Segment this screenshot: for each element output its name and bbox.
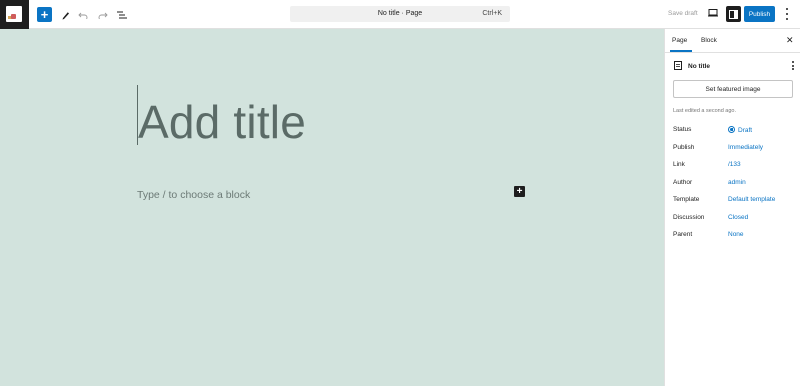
page-icon [674, 61, 682, 70]
draft-status-icon [728, 126, 735, 133]
document-title: No title · Page [377, 10, 423, 17]
plus-icon: + [40, 7, 49, 22]
dot [791, 68, 794, 70]
publish-button[interactable]: Publish [744, 6, 775, 22]
author-button[interactable]: admin [728, 179, 746, 186]
block-inserter-button[interactable]: + [37, 7, 52, 22]
editor-header: + No title · Page Ctrl+K Save draft Publ… [0, 0, 800, 29]
dot [791, 64, 794, 67]
dot [791, 61, 794, 63]
sidebar-panel-icon [729, 9, 738, 19]
undo-icon [78, 12, 88, 19]
meta-label: Link [673, 161, 685, 168]
meta-label: Status [673, 126, 692, 133]
site-logo-image [6, 6, 22, 22]
undo-button[interactable] [76, 7, 90, 22]
close-icon[interactable]: ✕ [786, 35, 794, 46]
set-featured-image-button[interactable]: Set featured image [673, 80, 793, 98]
last-edited-text: Last edited a second ago. [673, 108, 736, 114]
meta-row-discussion: Discussion Closed [673, 214, 795, 226]
site-icon[interactable] [0, 0, 29, 29]
template-button[interactable]: Default template [728, 196, 775, 203]
meta-value: Draft [738, 127, 753, 134]
post-title: No title [688, 63, 711, 70]
tab-page[interactable]: Page [672, 37, 687, 44]
meta-label: Template [673, 196, 700, 203]
redo-button[interactable] [96, 7, 110, 22]
settings-toggle-button[interactable] [726, 6, 741, 22]
editor-canvas[interactable]: Add title Type / to choose a block + [0, 29, 664, 386]
add-block-button[interactable]: + [514, 186, 525, 197]
active-tab-indicator [670, 50, 692, 52]
meta-label: Author [673, 179, 693, 186]
save-draft-button[interactable]: Save draft [668, 10, 698, 17]
meta-row-publish: Publish Immediately [673, 144, 795, 156]
meta-label: Publish [673, 144, 695, 151]
publish-date-button[interactable]: Immediately [728, 144, 763, 151]
meta-row-template: Template Default template [673, 196, 795, 208]
plus-icon: + [516, 185, 523, 197]
command-palette-bar[interactable]: No title · Page Ctrl+K [290, 6, 510, 22]
options-button[interactable] [783, 8, 791, 20]
preview-desktop-icon[interactable] [708, 9, 718, 17]
list-view-icon [117, 11, 127, 18]
redo-icon [98, 12, 108, 19]
status-value-button[interactable]: Draft [728, 126, 752, 134]
meta-label: Parent [673, 231, 693, 238]
sidebar-tabs: Page Block ✕ [665, 29, 800, 53]
default-block-appender[interactable]: Type / to choose a block [137, 189, 250, 201]
command-shortcut: Ctrl+K [482, 10, 502, 17]
dot [786, 8, 788, 10]
dot [786, 18, 788, 20]
post-title-input[interactable]: Add title [138, 95, 306, 149]
meta-row-link: Link /133 [673, 161, 795, 173]
settings-sidebar: Page Block ✕ No title Set featured image… [664, 29, 800, 386]
post-actions-button[interactable] [791, 61, 794, 70]
post-card: No title [674, 61, 794, 71]
meta-row-parent: Parent None [673, 231, 795, 243]
meta-row-status: Status Draft [673, 126, 795, 138]
pencil-icon [62, 11, 69, 19]
meta-row-author: Author admin [673, 179, 795, 191]
parent-page-button[interactable]: None [728, 231, 744, 238]
dot [786, 13, 788, 15]
meta-label: Discussion [673, 214, 705, 221]
tools-button[interactable] [58, 7, 72, 22]
permalink-button[interactable]: /133 [728, 161, 741, 168]
list-view-button[interactable] [115, 7, 129, 22]
discussion-button[interactable]: Closed [728, 214, 748, 221]
tab-block[interactable]: Block [701, 37, 717, 44]
